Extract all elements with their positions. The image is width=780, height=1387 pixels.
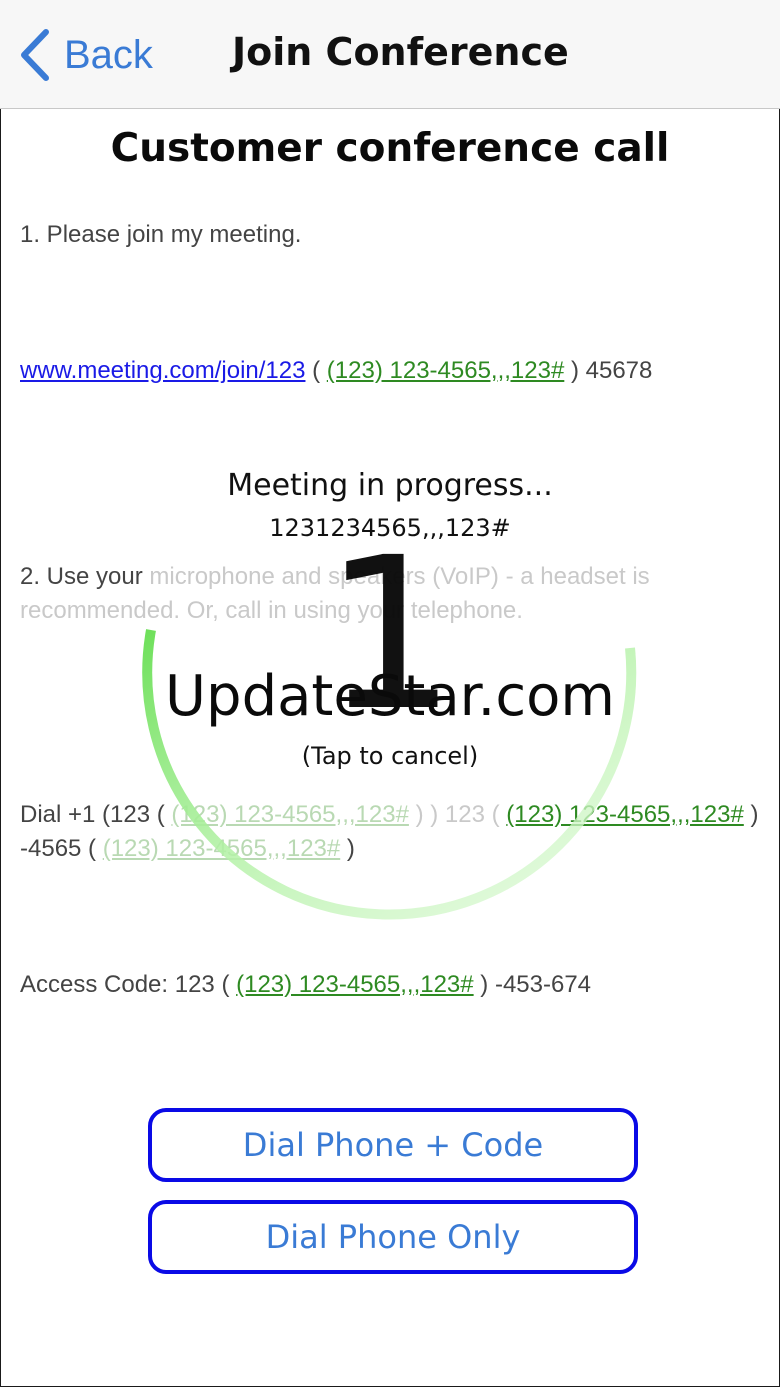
watermark-text: UpdateStar.com <box>165 664 615 729</box>
phone-link[interactable]: (123) 123-4565,,,123# <box>327 357 565 384</box>
access-code-tail: ) -453-674 <box>473 971 592 998</box>
phone-link[interactable]: (123) 123-4565,,,123# <box>171 801 409 828</box>
meeting-link-line: www.meeting.com/join/123 ( (123) 123-456… <box>20 354 652 388</box>
invite-text: 1. Please join my meeting. <box>20 221 302 248</box>
phone-link[interactable]: (123) 123-4565,,,123# <box>236 971 474 998</box>
tap-to-cancel-hint[interactable]: (Tap to cancel) <box>0 742 780 770</box>
meeting-status: Meeting in progress... <box>227 468 553 503</box>
back-label: Back <box>64 32 153 77</box>
phone-link[interactable]: (123) 123-4565,,,123# <box>103 835 341 862</box>
dial-tail-text: ) <box>340 835 355 862</box>
navigation-bar: Back Join Conference <box>0 0 780 109</box>
dial-lead-text: Dial +1 (123 ( <box>20 801 172 828</box>
dial-mid-text: ) ) 123 ( <box>408 801 507 828</box>
dial-phone-only-button[interactable]: Dial Phone Only <box>148 1200 638 1274</box>
dial-instructions: Dial +1 (123 ( (123) 123-4565,,,123# ) )… <box>20 798 760 866</box>
dial-phone-code-button[interactable]: Dial Phone + Code <box>148 1108 638 1182</box>
access-code-lead: Access Code: 123 ( <box>20 971 237 998</box>
back-button[interactable]: Back <box>18 26 153 84</box>
meeting-invite-line: 1. Please join my meeting. <box>20 218 301 252</box>
phone-link[interactable]: (123) 123-4565,,,123# <box>506 801 744 828</box>
page-title: Customer conference call <box>110 126 670 171</box>
nav-title: Join Conference <box>232 30 569 74</box>
meeting-url-link[interactable]: www.meeting.com/join/123 <box>20 357 305 384</box>
open-paren: ( <box>305 357 327 384</box>
meeting-id-text: ) 45678 <box>564 357 653 384</box>
chevron-left-icon <box>21 29 49 81</box>
access-code-line: Access Code: 123 ( (123) 123-4565,,,123#… <box>20 968 591 1002</box>
